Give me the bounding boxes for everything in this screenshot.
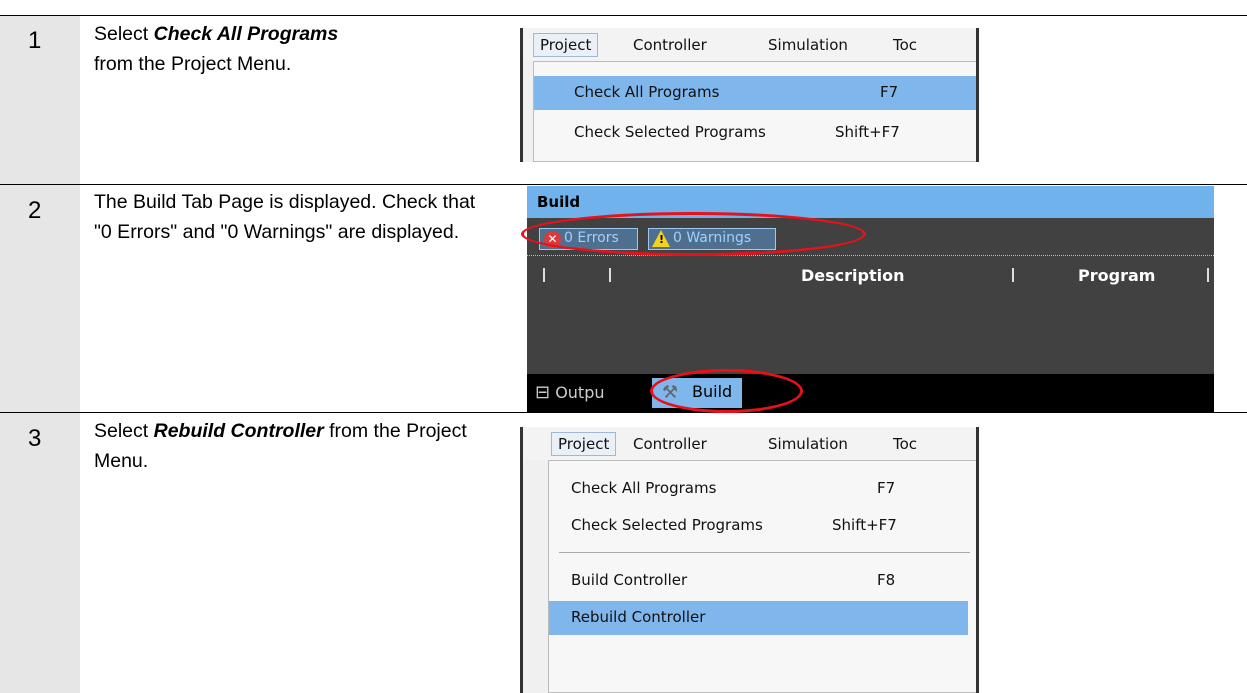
menu-controller[interactable]: Controller: [633, 435, 707, 453]
column-divider: [543, 268, 545, 282]
menu-item-label: Check Selected Programs: [574, 123, 766, 141]
step-description: The Build Tab Page is displayed. Check t…: [94, 191, 476, 243]
menu-item-label: Check All Programs: [574, 83, 720, 101]
menu-controller[interactable]: Controller: [633, 36, 707, 54]
project-dropdown: Check All Programs F7 Check Selected Pro…: [548, 460, 976, 693]
step-text: from the Project Menu.: [94, 52, 292, 75]
column-header-description[interactable]: Description: [801, 266, 904, 285]
project-dropdown: Check All Programs F7 Check Selected Pro…: [533, 61, 976, 162]
annotation-ellipse: [521, 212, 866, 256]
menu-item-label: Check All Programs: [571, 479, 717, 497]
menu-separator: [559, 552, 970, 553]
column-divider: [1012, 268, 1014, 282]
step-number: 3: [28, 425, 42, 452]
step-description: Select Rebuild Controller from the Proje…: [94, 417, 514, 476]
menu-item-shortcut: F7: [877, 479, 896, 497]
menu-bar: Project Controller Simulation Toc: [523, 427, 976, 460]
project-menu-screenshot: Project Controller Simulation Toc Check …: [520, 28, 979, 162]
menu-item-check-selected-programs[interactable]: Check Selected Programs Shift+F7: [534, 116, 976, 150]
table-top-rule: [0, 15, 1247, 16]
menu-item-label: Build Controller: [571, 571, 688, 589]
menu-item-build-controller[interactable]: Build Controller F8: [549, 564, 976, 598]
step-number-cell: [0, 413, 80, 693]
menu-project[interactable]: Project: [533, 33, 599, 57]
menu-item-shortcut: F8: [877, 571, 896, 589]
panel-tab-strip: ⊟ Outpu ⚒ Build: [527, 374, 1214, 412]
menu-item-shortcut: Shift+F7: [835, 123, 900, 141]
menu-item-shortcut: F7: [880, 83, 899, 101]
menu-project[interactable]: Project: [551, 432, 617, 456]
step-text: Select: [94, 420, 154, 442]
menu-item-shortcut: Shift+F7: [832, 516, 897, 534]
project-menu-screenshot: Project Controller Simulation Toc Check …: [520, 427, 979, 693]
menu-item-check-all-programs[interactable]: Check All Programs F7: [549, 472, 976, 506]
column-header-program[interactable]: Program: [1078, 266, 1155, 285]
menu-bar: Project Controller Simulation Toc: [523, 28, 976, 61]
output-window-icon: ⊟: [535, 382, 551, 403]
emphasis-command: Check All Programs: [153, 23, 339, 45]
menu-tools[interactable]: Toc: [893, 36, 917, 54]
step-text: Select: [94, 23, 154, 45]
column-divider: [609, 268, 611, 282]
step-number: 2: [28, 197, 42, 224]
step-description: Select Check All Programs from the Proje…: [94, 20, 504, 79]
menu-item-check-all-programs[interactable]: Check All Programs F7: [534, 76, 976, 110]
column-divider: [1207, 268, 1209, 282]
tab-label: Outpu: [555, 383, 605, 402]
menu-item-check-selected-programs[interactable]: Check Selected Programs Shift+F7: [549, 509, 976, 543]
menu-item-label: Check Selected Programs: [571, 516, 763, 534]
emphasis-command: Rebuild Controller: [153, 420, 324, 442]
step-number: 1: [28, 27, 42, 54]
menu-simulation[interactable]: Simulation: [768, 36, 848, 54]
menu-tools[interactable]: Toc: [893, 435, 917, 453]
row-divider: [0, 184, 1247, 185]
row-divider: [0, 412, 1247, 413]
annotation-ellipse: [650, 369, 803, 413]
menu-item-rebuild-controller[interactable]: Rebuild Controller: [549, 601, 968, 635]
tab-output[interactable]: ⊟ Outpu: [535, 382, 605, 403]
menu-simulation[interactable]: Simulation: [768, 435, 848, 453]
menu-item-label: Rebuild Controller: [571, 608, 706, 626]
